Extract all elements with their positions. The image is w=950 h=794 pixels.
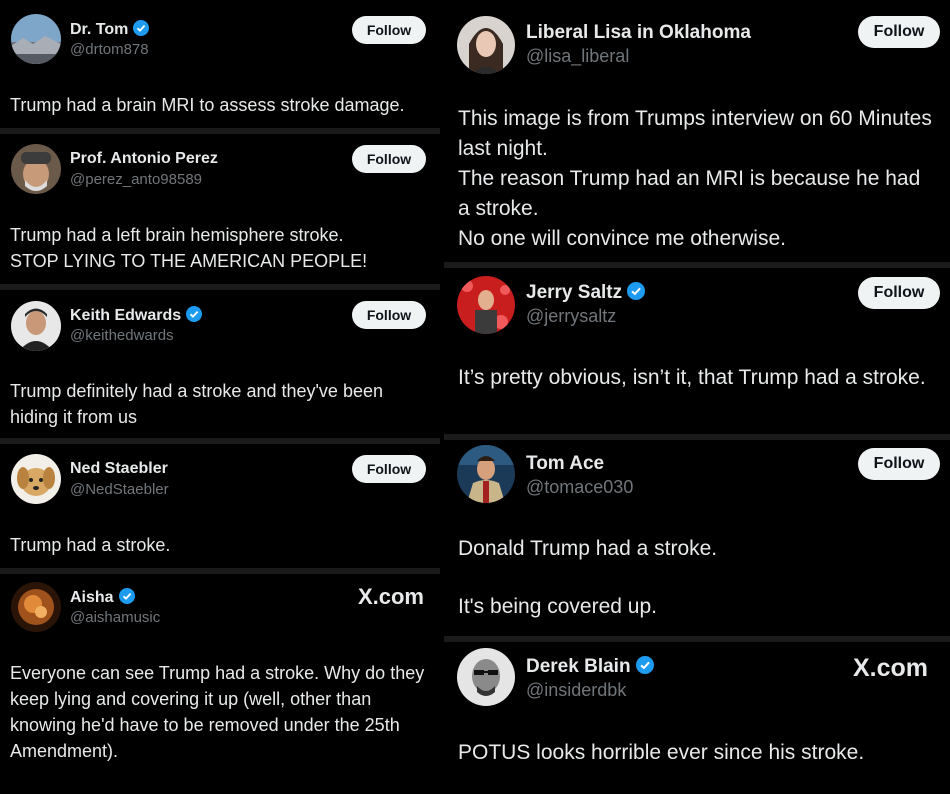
post-keith-edwards[interactable]: Keith Edwards @keithedwards Follow Trump… [0,290,440,438]
post-ned-staebler[interactable]: Ned Staebler @NedStaebler Follow Trump h… [0,444,440,568]
post-text-line: STOP LYING TO THE AMERICAN PEOPLE! [10,251,368,271]
post-text: Trump definitely had a stroke and they'v… [10,378,432,430]
post-text-line: Trump definitely had a stroke and they'v… [10,381,383,427]
post-text: It’s pretty obvious, isn’t it, that Trum… [458,363,936,393]
author-handle[interactable]: @keithedwards [70,327,174,344]
follow-button[interactable]: Follow [858,16,940,48]
post-text-line: The reason Trump had an MRI is because h… [458,167,921,220]
follow-button[interactable]: Follow [858,448,940,480]
post-text-line: This image is from Trumps interview on 6… [458,107,932,160]
post-text-line: Trump had a brain MRI to assess stroke d… [10,95,405,115]
post-text: Trump had a left brain hemisphere stroke… [10,222,432,274]
verified-badge-icon [627,282,646,306]
post-text-line: It’s pretty obvious, isn’t it, that Trum… [458,366,926,389]
post-dr-tom[interactable]: Dr. Tom @drtom878 Follow Trump had a bra… [0,0,440,128]
follow-button[interactable]: Follow [352,455,426,483]
author-name[interactable]: Derek Blain [526,656,654,680]
author-name[interactable]: Prof. Antonio Perez [70,150,218,168]
post-derek-blain[interactable]: Derek Blain @insiderdbk X.com POTUS look… [444,642,950,794]
left-column: Dr. Tom @drtom878 Follow Trump had a bra… [0,0,440,794]
post-text-line [458,564,936,592]
author-handle[interactable]: @drtom878 [70,41,149,58]
x-com-watermark: X.com [852,654,928,682]
author-name[interactable]: Tom Ace [526,453,604,475]
post-text: Everyone can see Trump had a stroke. Why… [10,660,432,764]
post-text: This image is from Trumps interview on 6… [458,104,936,254]
verified-badge-icon [186,306,203,327]
avatar[interactable] [457,445,515,503]
post-liberal-lisa[interactable]: Liberal Lisa in Oklahoma @lisa_liberal F… [444,0,950,262]
author-name[interactable]: Aisha [70,588,135,609]
author-name[interactable]: Liberal Lisa in Oklahoma [526,22,751,44]
avatar[interactable] [457,276,515,334]
avatar[interactable] [457,648,515,706]
author-handle[interactable]: @tomace030 [526,477,633,498]
author-handle[interactable]: @NedStaebler [70,481,169,498]
verified-badge-icon [118,588,135,609]
follow-button[interactable]: Follow [352,145,426,173]
follow-button[interactable]: Follow [352,301,426,329]
author-handle[interactable]: @perez_anto98589 [70,171,202,188]
avatar[interactable] [457,16,515,74]
post-jerry-saltz[interactable]: Jerry Saltz @jerrysaltz Follow It’s pret… [444,268,950,434]
author-handle[interactable]: @insiderdbk [526,680,626,701]
avatar[interactable] [11,301,61,351]
post-text-line: Everyone can see Trump had a stroke. Why… [10,663,425,761]
post-text: Donald Trump had a stroke. It's being co… [458,534,936,622]
post-text-line: It's being covered up. [458,595,657,618]
post-text-line: Trump had a left brain hemisphere stroke… [10,225,344,245]
post-text-line: Trump had a stroke. [10,535,171,555]
post-tom-ace[interactable]: Tom Ace @tomace030 Follow Donald Trump h… [444,440,950,636]
post-text-line: POTUS looks horrible ever since his stro… [458,741,865,764]
post-text-line: Donald Trump had a stroke. [458,537,718,560]
author-name[interactable]: Ned Staebler [70,460,168,478]
author-handle[interactable]: @aishamusic [70,609,160,626]
post-aisha[interactable]: Aisha @aishamusic X.com Everyone can see… [0,574,440,794]
avatar[interactable] [11,144,61,194]
post-text: Trump had a brain MRI to assess stroke d… [10,92,432,118]
post-text: Trump had a stroke. [10,532,432,558]
post-text: POTUS looks horrible ever since his stro… [458,738,936,768]
author-handle[interactable]: @lisa_liberal [526,46,629,67]
post-antonio-perez[interactable]: Prof. Antonio Perez @perez_anto98589 Fol… [0,134,440,284]
follow-button[interactable]: Follow [858,277,940,309]
x-com-watermark: X.com [357,584,424,609]
author-name[interactable]: Jerry Saltz [526,282,646,306]
author-name[interactable]: Keith Edwards [70,306,203,327]
right-column: Liberal Lisa in Oklahoma @lisa_liberal F… [444,0,950,794]
follow-button[interactable]: Follow [352,16,426,44]
verified-badge-icon [133,20,150,41]
avatar[interactable] [11,14,61,64]
author-handle[interactable]: @jerrysaltz [526,306,616,327]
author-name[interactable]: Dr. Tom [70,20,150,41]
avatar[interactable] [11,454,61,504]
avatar[interactable] [11,582,61,632]
post-text-line: No one will convince me otherwise. [458,227,786,250]
verified-badge-icon [635,656,654,680]
